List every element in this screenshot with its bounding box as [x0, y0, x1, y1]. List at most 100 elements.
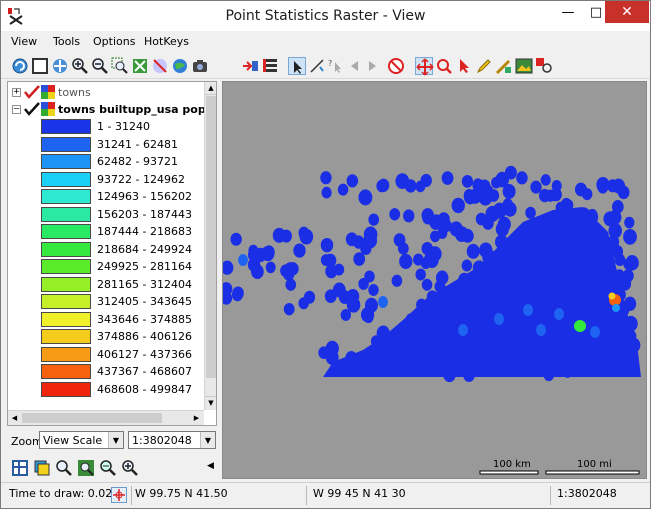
- town-point: [298, 297, 309, 310]
- collapse-icon[interactable]: –: [12, 105, 21, 114]
- zoom-label: Zoom: [11, 435, 43, 448]
- point-raster-map[interactable]: [223, 82, 647, 479]
- legend-item[interactable]: 124963 - 156202: [41, 188, 203, 205]
- layer-list-icon[interactable]: [261, 57, 279, 75]
- layer-row[interactable]: – towns builtupp_usa pop 5: [8, 101, 216, 118]
- zoom-scale-select[interactable]: 1:3802048 ▼: [128, 431, 216, 449]
- image-icon[interactable]: [515, 57, 533, 75]
- scroll-down-icon[interactable]: ▼: [205, 396, 216, 409]
- legend-swatch[interactable]: [41, 119, 91, 134]
- legend-swatch[interactable]: [41, 136, 91, 152]
- zoom-in-icon[interactable]: [71, 57, 89, 75]
- zoom-selected-icon[interactable]: [151, 57, 169, 75]
- legend-swatch[interactable]: [41, 381, 91, 397]
- town-point: [623, 258, 634, 270]
- close-button[interactable]: ✕: [605, 1, 649, 23]
- scroll-thumb[interactable]: [22, 413, 162, 423]
- legend-swatch[interactable]: [41, 259, 91, 274]
- legend-swatch[interactable]: [41, 171, 91, 187]
- grid-view-icon[interactable]: [11, 459, 29, 477]
- camera-icon[interactable]: [191, 57, 209, 75]
- measure-icon[interactable]: [308, 57, 326, 75]
- select-tool-icon[interactable]: [288, 57, 306, 75]
- legend-item[interactable]: 406127 - 437366: [41, 346, 203, 363]
- checkmark-icon[interactable]: [24, 102, 40, 116]
- legend-item[interactable]: 156203 - 187443: [41, 206, 203, 223]
- stop-icon[interactable]: [387, 57, 405, 75]
- legend-item[interactable]: 281165 - 312404: [41, 276, 203, 293]
- legend-item[interactable]: 374886 - 406126: [41, 328, 203, 345]
- legend-item[interactable]: 437367 - 468607: [41, 363, 203, 380]
- pointer-icon[interactable]: [455, 57, 473, 75]
- vertical-scrollbar[interactable]: ▲ ▼: [204, 82, 216, 410]
- legend-item[interactable]: 218684 - 249924: [41, 241, 203, 258]
- zoom-box-icon[interactable]: [111, 57, 129, 75]
- chevron-down-icon[interactable]: ▼: [200, 432, 215, 448]
- legend-item[interactable]: 468608 - 499847: [41, 381, 203, 398]
- menu-tools[interactable]: Tools: [53, 35, 80, 48]
- legend-swatch[interactable]: [41, 224, 91, 239]
- legend-item[interactable]: 249925 - 281164: [41, 258, 203, 275]
- chevron-down-icon[interactable]: ▼: [108, 432, 123, 448]
- legend-item[interactable]: 31241 - 62481: [41, 136, 203, 153]
- magnifier-icon[interactable]: [55, 459, 73, 477]
- horizontal-scrollbar[interactable]: ◀ ▶: [8, 410, 204, 425]
- legend-swatch[interactable]: [41, 276, 91, 292]
- layers-icon[interactable]: [33, 459, 51, 477]
- move-tool-icon[interactable]: [415, 57, 434, 76]
- find-icon[interactable]: [435, 57, 453, 75]
- scroll-left-icon[interactable]: ◀: [8, 411, 21, 425]
- full-view-icon[interactable]: [31, 57, 49, 75]
- edit-tool-icon[interactable]: [495, 57, 513, 75]
- crosshair-icon[interactable]: [111, 487, 127, 503]
- menu-view[interactable]: View: [11, 35, 37, 48]
- legend-swatch[interactable]: [41, 206, 91, 222]
- legend-swatch[interactable]: [41, 154, 91, 169]
- map-zoom-icon[interactable]: [77, 459, 95, 477]
- layer-row[interactable]: + towns: [8, 84, 204, 101]
- town-point: [536, 245, 550, 261]
- forward-icon[interactable]: [363, 57, 381, 75]
- legend-swatch[interactable]: [41, 294, 91, 309]
- legend-item[interactable]: 343646 - 374885: [41, 311, 203, 328]
- legend-swatch[interactable]: [41, 346, 91, 362]
- legend-swatch[interactable]: [41, 311, 91, 327]
- scroll-thumb[interactable]: [206, 96, 216, 378]
- town-point: [333, 263, 345, 276]
- back-icon[interactable]: [346, 57, 364, 75]
- minimize-button[interactable]: —: [554, 1, 582, 23]
- town-point: [389, 208, 401, 221]
- pencil-icon[interactable]: [475, 57, 493, 75]
- legend-item[interactable]: 1 - 31240: [41, 118, 203, 135]
- layer-name[interactable]: towns: [58, 86, 91, 99]
- scroll-up-icon[interactable]: ▲: [205, 82, 216, 95]
- zoom-layer-icon[interactable]: [131, 57, 149, 75]
- checkmark-icon[interactable]: [24, 85, 40, 99]
- legend-label: 249925 - 281164: [97, 260, 192, 273]
- globe-icon[interactable]: [171, 57, 189, 75]
- redraw-icon[interactable]: [11, 57, 29, 75]
- query-icon[interactable]: ?: [326, 57, 344, 75]
- layer-name[interactable]: towns builtupp_usa pop 5: [58, 103, 216, 116]
- expand-icon[interactable]: +: [12, 88, 21, 97]
- zoom-layer-fit-icon[interactable]: [99, 459, 117, 477]
- legend-swatch[interactable]: [41, 329, 91, 344]
- legend-item[interactable]: 93722 - 124962: [41, 171, 203, 188]
- legend-swatch[interactable]: [41, 189, 91, 204]
- map-view[interactable]: 100 km 100 mi: [222, 81, 647, 479]
- legend-swatch[interactable]: [41, 364, 91, 379]
- zoom-out-icon[interactable]: [91, 57, 109, 75]
- zoom-in-small-icon[interactable]: [121, 459, 139, 477]
- pan-icon[interactable]: [51, 57, 69, 75]
- legend-item[interactable]: 312405 - 343645: [41, 293, 203, 310]
- legend-item[interactable]: 187444 - 218683: [41, 223, 203, 240]
- add-layer-icon[interactable]: [241, 57, 259, 75]
- zoom-mode-select[interactable]: View Scale ▼: [39, 431, 124, 449]
- scroll-right-icon[interactable]: ▶: [190, 411, 203, 425]
- legend-swatch[interactable]: [41, 241, 91, 257]
- town-point: [353, 252, 366, 266]
- menu-options[interactable]: Options: [93, 35, 135, 48]
- legend-item[interactable]: 62482 - 93721: [41, 153, 203, 170]
- menu-hotkeys[interactable]: HotKeys: [144, 35, 189, 48]
- search-icon[interactable]: [535, 57, 553, 75]
